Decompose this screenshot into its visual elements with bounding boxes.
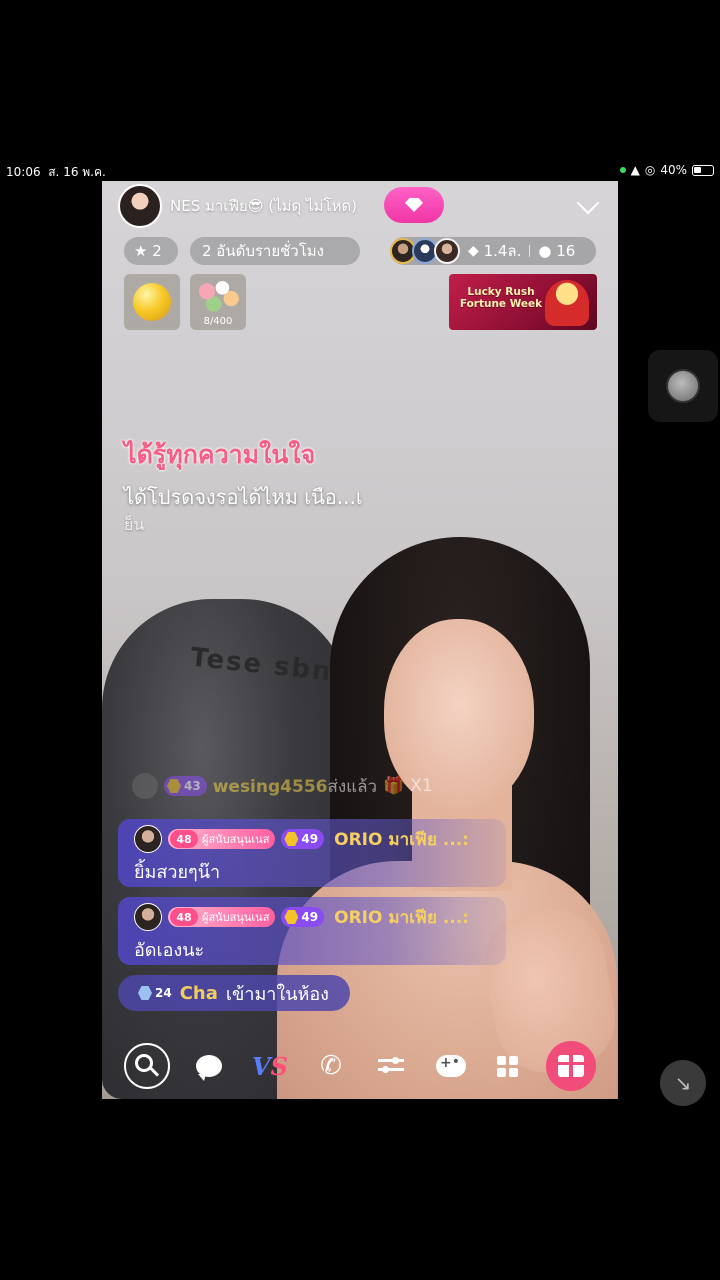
comment-button[interactable] bbox=[186, 1043, 232, 1089]
time-text: 10:06 bbox=[6, 165, 41, 179]
promo-title: Lucky Rush Fortune Week bbox=[459, 286, 543, 310]
diamond-icon bbox=[405, 198, 423, 212]
search-icon bbox=[135, 1054, 153, 1072]
lyric-next-line: ได้โปรดจงรอได้ไหม เนือ...เ bbox=[124, 485, 363, 509]
fan-badge: 48 ผู้สนับสนุนเนส bbox=[168, 907, 276, 927]
follow-button[interactable] bbox=[384, 187, 444, 223]
gold-ball-icon bbox=[133, 283, 171, 321]
status-right: ▲ ◎ 40% bbox=[619, 163, 714, 177]
hexagon-icon bbox=[167, 779, 181, 793]
diamond-count: 1.4ล. bbox=[483, 242, 522, 260]
host-avatar[interactable] bbox=[118, 184, 162, 228]
lyric-current-line: ได้รู้ทุกความในใจ bbox=[124, 440, 316, 469]
lucky-rush-banner[interactable]: Lucky Rush Fortune Week bbox=[449, 274, 597, 330]
gift-sender: wesing4556 bbox=[212, 776, 328, 797]
star-icon: ★ bbox=[134, 242, 148, 260]
level-badge: 49 bbox=[281, 829, 325, 849]
diamond-icon: ◆ bbox=[468, 243, 479, 259]
camera-indicator-icon bbox=[619, 167, 626, 173]
chat-text: ยิ้มสวยๆน๊า bbox=[134, 862, 221, 883]
top-viewer-avatar[interactable] bbox=[434, 238, 460, 264]
bottom-toolbar: VS ✆ bbox=[102, 1039, 618, 1091]
hexagon-icon bbox=[284, 832, 299, 846]
divider bbox=[529, 245, 531, 257]
level-number: 49 bbox=[301, 910, 319, 924]
flower-count: 8/400 bbox=[203, 316, 233, 327]
join-username[interactable]: Cha bbox=[180, 983, 218, 1004]
grid-icon bbox=[496, 1055, 518, 1077]
hourly-rank-pill[interactable]: 2 อันดับรายชั่วโมง bbox=[190, 237, 360, 265]
hexagon-icon bbox=[138, 986, 152, 1000]
minimize-button[interactable]: ↘ bbox=[660, 1060, 706, 1106]
star-count-pill[interactable]: ★ 2 bbox=[124, 237, 178, 265]
avatar[interactable] bbox=[134, 825, 162, 853]
gamepad-icon bbox=[436, 1054, 466, 1077]
viewer-count: 16 bbox=[556, 242, 576, 260]
level-badge: 43 bbox=[164, 776, 207, 796]
call-button[interactable]: ✆ bbox=[308, 1043, 354, 1089]
chat-username[interactable]: ORIO มาเฟีย ...: bbox=[334, 904, 469, 931]
battery-icon bbox=[692, 164, 714, 176]
join-action: เข้ามาในห้อง bbox=[225, 983, 329, 1005]
wifi-icon: ▲ bbox=[630, 163, 640, 177]
collapse-arrows-icon: ↘ bbox=[674, 1071, 692, 1095]
gift-notification: 43 wesing4556ส่งแล้ว 🎁 X1 bbox=[132, 771, 433, 801]
pk-vs-button[interactable]: VS bbox=[247, 1043, 293, 1089]
avatar bbox=[132, 773, 158, 799]
heart-level: 48 bbox=[170, 908, 198, 926]
fan-label: ผู้สนับสนุนเนส bbox=[202, 911, 270, 924]
fan-label: ผู้สนับสนุนเนส bbox=[202, 833, 270, 846]
person-icon: ● bbox=[538, 242, 552, 260]
battery-percent: 40% bbox=[660, 163, 687, 177]
chat-text: อัดเองนะ bbox=[134, 940, 205, 961]
flower-goal-badge[interactable]: 8/400 bbox=[190, 274, 246, 330]
host-name[interactable]: NES มาเฟีย😎 (ไม่ดุ ไม่โหด) bbox=[170, 194, 357, 218]
lyric-wrap-line: ย็น bbox=[124, 515, 145, 534]
settings-sliders-button[interactable] bbox=[368, 1043, 414, 1089]
gift-action: ส่งแล้ว bbox=[327, 776, 378, 797]
chevron-down-icon[interactable] bbox=[576, 191, 600, 215]
phone-icon: ✆ bbox=[320, 1051, 342, 1081]
more-apps-button[interactable] bbox=[484, 1043, 530, 1089]
orientation-lock-icon: ◎ bbox=[644, 163, 656, 177]
flower-bouquet-icon bbox=[196, 277, 240, 313]
level-badge: 49 bbox=[281, 907, 325, 927]
gift-box-icon bbox=[558, 1055, 584, 1077]
heart-level: 48 bbox=[170, 830, 198, 848]
gift-count: X1 bbox=[410, 776, 433, 796]
chat-bubble-icon bbox=[196, 1055, 222, 1081]
host-info[interactable]: NES มาเฟีย😎 (ไม่ดุ ไม่โหด) bbox=[118, 184, 357, 228]
hourly-rank-text: 2 อันดับรายชั่วโมง bbox=[202, 242, 324, 260]
sliders-icon bbox=[378, 1056, 404, 1076]
date-text: ส. 16 พ.ค. bbox=[48, 165, 106, 179]
avatar[interactable] bbox=[134, 903, 162, 931]
level-badge: 24 bbox=[138, 983, 172, 1003]
fortune-god-icon bbox=[545, 280, 589, 326]
stats-row: ★ 2 2 อันดับรายชั่วโมง ◆ 1.4ล. ● 16 bbox=[102, 237, 618, 265]
level-number: 49 bbox=[301, 832, 319, 846]
live-stream-view[interactable]: Tese sbne NES มาเฟีย😎 (ไม่ดุ ไม่โหด) ★ 2… bbox=[102, 181, 618, 1099]
level-number: 24 bbox=[155, 986, 172, 1000]
chat-message[interactable]: 48 ผู้สนับสนุนเนส 49 ORIO มาเฟีย ...: อัด… bbox=[118, 897, 506, 965]
status-bar: 10:06 ส. 16 พ.ค. ▲ ◎ 40% bbox=[0, 160, 720, 180]
vs-icon: VS bbox=[252, 1051, 288, 1081]
gold-ball-badge[interactable] bbox=[124, 274, 180, 330]
star-count: 2 bbox=[152, 242, 162, 260]
level-number: 43 bbox=[184, 779, 201, 793]
join-notice: 24 Cha เข้ามาในห้อง bbox=[118, 975, 350, 1011]
chat-username[interactable]: ORIO มาเฟีย ...: bbox=[334, 826, 469, 853]
assistive-touch-button[interactable] bbox=[648, 350, 718, 422]
status-time: 10:06 ส. 16 พ.ค. bbox=[6, 163, 106, 182]
game-button[interactable] bbox=[428, 1043, 474, 1089]
fan-badge: 48 ผู้สนับสนุนเนส bbox=[168, 829, 276, 849]
chat-message[interactable]: 48 ผู้สนับสนุนเนส 49 ORIO มาเฟีย ...: ยิ้… bbox=[118, 819, 506, 887]
audience-stats-pill[interactable]: ◆ 1.4ล. ● 16 bbox=[390, 237, 596, 265]
gift-icon: 🎁 bbox=[383, 776, 405, 796]
hexagon-icon bbox=[284, 910, 299, 924]
gift-button[interactable] bbox=[546, 1041, 596, 1091]
assistive-touch-icon bbox=[666, 369, 700, 403]
search-button[interactable] bbox=[124, 1043, 170, 1089]
